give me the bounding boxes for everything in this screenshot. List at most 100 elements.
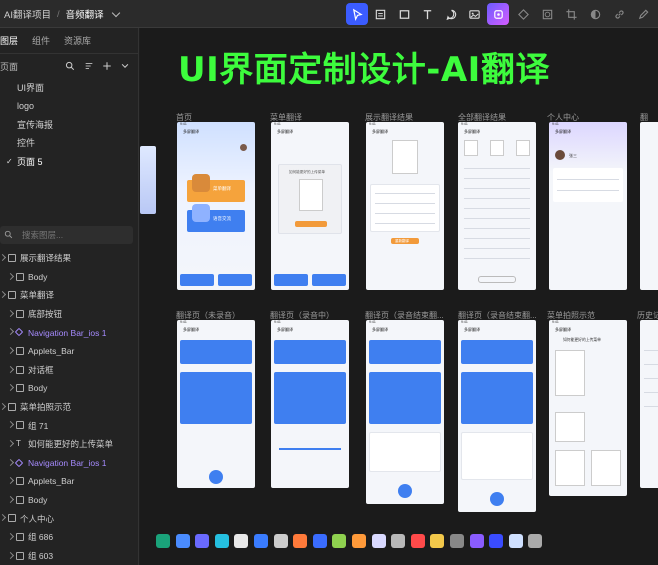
chevron-right-icon[interactable] xyxy=(6,551,15,559)
page-item[interactable]: 控件 xyxy=(0,134,138,153)
design-canvas[interactable]: UI界面定制设计-AI翻译 首页 菜单翻译 展示翻译结果 全部翻译结果 个人中心… xyxy=(140,28,658,565)
dock-app-icon[interactable] xyxy=(371,534,386,548)
layer-row[interactable]: T 如何能更好的上传菜单 xyxy=(0,435,139,454)
more-button[interactable] xyxy=(478,276,516,283)
frame-tool-button[interactable] xyxy=(370,3,392,25)
retranslate-button[interactable]: 重新翻译 xyxy=(391,238,419,244)
page-item[interactable]: UI界面 xyxy=(0,78,138,97)
component-button[interactable] xyxy=(512,3,534,25)
layer-row[interactable]: Body xyxy=(0,268,139,287)
contrast-button[interactable] xyxy=(584,3,606,25)
dock-app-icon[interactable] xyxy=(430,534,445,548)
tab-components[interactable]: 组件 xyxy=(32,34,50,47)
ai-plugin-button[interactable] xyxy=(487,3,509,25)
dock-app-icon[interactable] xyxy=(469,534,484,548)
layer-row[interactable]: Navigation Bar_ios 1 xyxy=(0,323,139,342)
chevron-right-icon[interactable] xyxy=(6,458,15,466)
layer-group-row[interactable]: 菜单翻译 xyxy=(0,286,139,305)
frame-history-partial[interactable] xyxy=(640,320,658,488)
layer-row[interactable]: Applets_Bar xyxy=(0,342,139,361)
page-item[interactable]: 宣传海报 xyxy=(0,115,138,134)
breadcrumb-file[interactable]: 音频翻译 xyxy=(66,7,104,21)
frame-menu-translate[interactable]: 9:41 多屏翻译 如何能更好的上传菜单 xyxy=(271,122,349,290)
dock-app-icon[interactable] xyxy=(449,534,464,548)
chevron-right-icon[interactable] xyxy=(0,402,7,410)
bottom-tab-b[interactable] xyxy=(218,274,252,286)
upload-dialog[interactable]: 如何能更好的上传菜单 xyxy=(278,164,342,234)
dock-app-icon[interactable] xyxy=(391,534,406,548)
chevron-right-icon[interactable] xyxy=(6,346,15,355)
frame-all-results[interactable]: 9:41 多屏翻译 xyxy=(458,122,536,290)
page-item-selected[interactable]: ✓ 页面 5 xyxy=(0,152,138,171)
bottom-tab-b[interactable] xyxy=(312,274,346,286)
chevron-right-icon[interactable] xyxy=(0,514,7,522)
mask-button[interactable] xyxy=(536,3,558,25)
image-tool-button[interactable] xyxy=(464,3,486,25)
layer-group-row[interactable]: 展示翻译结果 xyxy=(0,249,139,268)
layer-row[interactable]: 组 71 xyxy=(0,416,139,435)
chevron-right-icon[interactable] xyxy=(6,309,15,317)
chevron-right-icon[interactable] xyxy=(6,365,15,373)
chevron-right-icon[interactable] xyxy=(0,253,7,262)
chevron-right-icon[interactable] xyxy=(6,421,15,429)
dock-app-icon[interactable] xyxy=(195,534,210,548)
chevron-right-icon[interactable] xyxy=(6,439,15,447)
move-tool-button[interactable] xyxy=(346,3,368,25)
search-icon[interactable] xyxy=(64,60,76,72)
chevron-right-icon[interactable] xyxy=(6,495,15,503)
frame-home[interactable]: 9:41 多屏翻译 菜单翻译 语音交流 xyxy=(177,122,255,290)
layer-search[interactable]: 搜索图层... xyxy=(0,226,133,244)
layer-row[interactable]: Navigation Bar_ios 1 xyxy=(0,454,139,473)
home-card-menu[interactable]: 菜单翻译 xyxy=(187,174,245,202)
frame-profile[interactable]: 9:41 多屏翻译 张三 xyxy=(549,122,627,290)
dock-app-icon[interactable] xyxy=(156,534,170,548)
rectangle-tool-button[interactable] xyxy=(393,3,415,25)
crop-button[interactable] xyxy=(560,3,582,25)
bottom-tab-a[interactable] xyxy=(180,274,214,286)
comment-tool-button[interactable] xyxy=(440,3,462,25)
offscreen-frame-preview[interactable] xyxy=(140,146,156,214)
layer-group-row[interactable]: 个人中心 xyxy=(0,509,139,528)
frame-translate-done-b[interactable]: 9:41 多屏翻译 xyxy=(458,320,536,512)
mic-button[interactable] xyxy=(209,470,223,484)
pen-button[interactable] xyxy=(632,3,654,25)
dock-app-icon[interactable] xyxy=(410,534,425,548)
tab-layers[interactable]: 图层 xyxy=(0,34,18,47)
layer-row[interactable]: 组 603 xyxy=(0,547,139,565)
sort-icon[interactable] xyxy=(83,60,95,72)
dock-app-icon[interactable] xyxy=(528,534,543,548)
dock-app-icon[interactable] xyxy=(293,534,308,548)
dock-app-icon[interactable] xyxy=(214,534,229,548)
chevron-down-icon[interactable] xyxy=(111,8,120,17)
dock-app-icon[interactable] xyxy=(273,534,288,548)
chevron-right-icon[interactable] xyxy=(6,477,15,485)
chevron-right-icon[interactable] xyxy=(6,272,15,280)
link-button[interactable] xyxy=(608,3,630,25)
layer-row[interactable]: Body xyxy=(0,379,139,398)
text-tool-button[interactable] xyxy=(417,3,439,25)
chevron-right-icon[interactable] xyxy=(6,328,15,336)
layer-row[interactable]: Applets_Bar xyxy=(0,472,139,491)
canvas-headline[interactable]: UI界面定制设计-AI翻译 xyxy=(178,42,550,91)
dock-app-icon[interactable] xyxy=(332,534,347,548)
frame-menu-photo-demo[interactable]: 9:41 多屏翻译 如何能更好的上传菜单 xyxy=(549,320,627,496)
dock-app-icon[interactable] xyxy=(253,534,268,548)
dock-app-icon[interactable] xyxy=(312,534,327,548)
dock-app-icon[interactable] xyxy=(175,534,190,548)
frame-translate-done-a[interactable]: 9:41 多屏翻译 xyxy=(366,320,444,504)
dock-app-icon[interactable] xyxy=(234,534,249,548)
tab-assets[interactable]: 资源库 xyxy=(64,34,91,47)
layer-row[interactable]: Body xyxy=(0,491,139,510)
breadcrumb-project[interactable]: AI翻译项目 xyxy=(4,7,51,21)
search-input[interactable]: 搜索图层... xyxy=(22,229,63,241)
mic-button[interactable] xyxy=(398,484,412,498)
layer-row[interactable]: 组 686 xyxy=(0,528,139,547)
frame-show-result[interactable]: 9:41 多屏翻译 重新翻译 xyxy=(366,122,444,290)
bottom-tab-a[interactable] xyxy=(274,274,308,286)
mic-button[interactable] xyxy=(490,492,504,506)
dock-app-icon[interactable] xyxy=(351,534,366,548)
layer-group-row[interactable]: 菜单拍照示范 xyxy=(0,398,139,417)
layer-row[interactable]: 对话框 xyxy=(0,361,139,380)
home-card-voice[interactable]: 语音交流 xyxy=(187,204,245,232)
frame-translate-recording[interactable]: 9:41 多屏翻译 xyxy=(271,320,349,488)
